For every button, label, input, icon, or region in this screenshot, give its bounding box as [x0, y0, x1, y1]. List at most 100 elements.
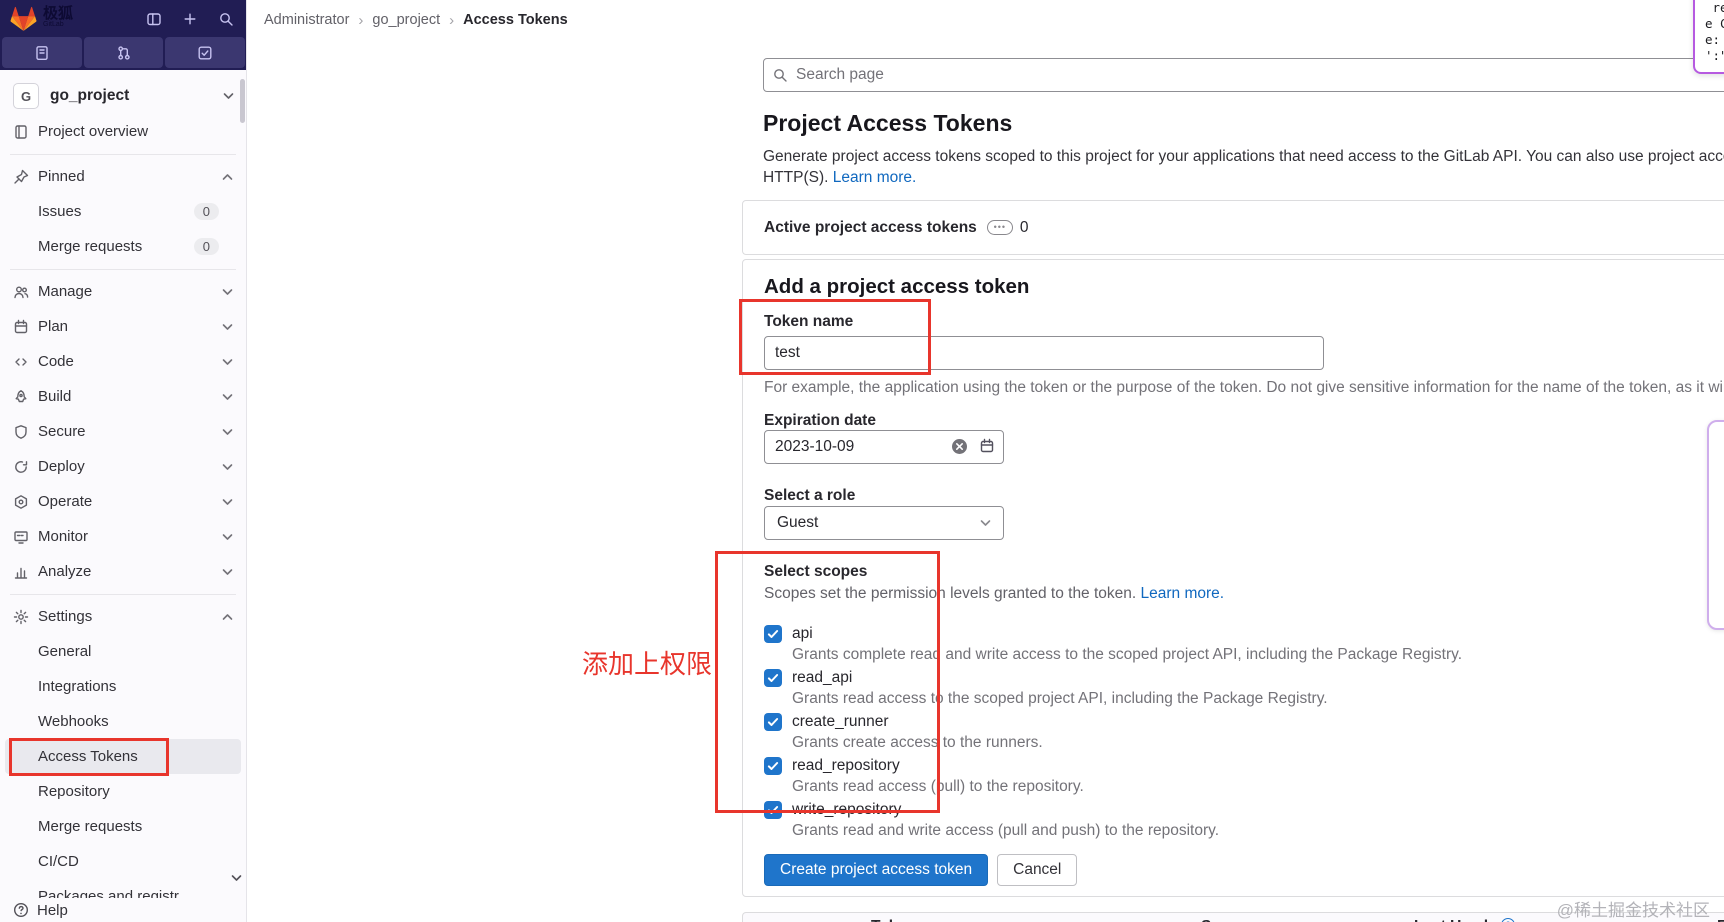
- table-header-token-name: Token name: [871, 918, 960, 922]
- scope-checkbox[interactable]: [764, 801, 782, 819]
- scope-option-api: api Grants complete read and write acces…: [764, 624, 1721, 665]
- sidebar-item-repository[interactable]: Repository: [5, 774, 241, 809]
- table-header-help-icon[interactable]: ?: [1501, 918, 1515, 922]
- cancel-button[interactable]: Cancel: [997, 854, 1078, 886]
- sidebar-item-plan[interactable]: Plan: [5, 309, 241, 344]
- active-tokens-header-card: Active project access tokens ••• 0: [742, 200, 1724, 255]
- sidebar-item-operate[interactable]: Operate: [5, 484, 241, 519]
- gear-icon: [13, 609, 29, 625]
- sidebar: 极狐 GitLab G go_project Project overview …: [0, 0, 247, 922]
- token-name-label: Token name: [764, 313, 854, 330]
- calendar-icon: [13, 319, 29, 335]
- search-input[interactable]: [763, 58, 1724, 92]
- workspace-switcher[interactable]: G go_project: [5, 80, 242, 112]
- create-token-button[interactable]: Create project access token: [764, 854, 989, 886]
- role-select[interactable]: Guest: [764, 506, 1004, 540]
- token-name-help: For example, the application using the t…: [764, 379, 1724, 396]
- workspace-label: go_project: [50, 87, 130, 104]
- help-icon: [13, 902, 29, 918]
- chevron-up-icon: [222, 173, 233, 181]
- expiration-date-field: [764, 430, 1004, 464]
- sidebar-item-deploy[interactable]: Deploy: [5, 449, 241, 484]
- sidebar-item-integrations[interactable]: Integrations: [5, 669, 241, 704]
- calendar-icon[interactable]: [979, 438, 995, 459]
- gitlab-logo-icon[interactable]: [10, 6, 37, 32]
- sidebar-item-settings[interactable]: Settings: [5, 599, 241, 634]
- code-line: e:: [1705, 32, 1721, 47]
- table-header-last-used: Last Used: [1414, 918, 1488, 922]
- shortcut-issues-button[interactable]: [2, 37, 82, 68]
- breadcrumb-separator: ›: [449, 11, 455, 29]
- sidebar-item-monitor[interactable]: Monitor: [5, 519, 241, 554]
- help-label: Help: [37, 901, 68, 919]
- sidebar-item-packages-and-registr[interactable]: Packages and registr: [5, 879, 241, 898]
- chevron-down-icon: [222, 428, 233, 436]
- scope-checkbox[interactable]: [764, 713, 782, 731]
- description-line2: HTTP(S).: [763, 169, 833, 186]
- sidebar-item-pinned[interactable]: Pinned: [5, 159, 241, 194]
- pinned-shortcuts: [2, 37, 246, 68]
- chevron-down-icon: [222, 358, 233, 366]
- shortcut-todos-button[interactable]: [165, 37, 246, 68]
- brand-text: 极狐 GitLab: [43, 6, 73, 30]
- sidebar-divider: [10, 268, 236, 270]
- page-description: Generate project access tokens scoped to…: [763, 146, 1724, 188]
- watermark: @稀土掘金技术社区: [1556, 901, 1710, 920]
- operate-icon: [13, 494, 29, 510]
- sidebar-item-general[interactable]: General: [5, 634, 241, 669]
- scopes-learn-more-link[interactable]: Learn more.: [1141, 585, 1225, 602]
- side-popover: [1707, 420, 1724, 630]
- scroll-down-chevron-icon[interactable]: [231, 869, 242, 887]
- select-scopes-label: Select scopes: [764, 563, 868, 580]
- deploy-icon: [13, 459, 29, 475]
- code-tooltip: reque Code:':"40: [1693, 0, 1724, 74]
- annotation-note: 添加上权限: [582, 649, 713, 679]
- breadcrumb-go-project[interactable]: go_project: [372, 12, 440, 28]
- count-pill-icon: •••: [986, 220, 1013, 235]
- sidebar-toggle-icon[interactable]: [144, 9, 164, 29]
- project-overview-icon: [13, 124, 29, 140]
- shield-icon: [13, 424, 29, 440]
- sidebar-item-merge-requests[interactable]: Merge requests 0: [5, 229, 241, 264]
- breadcrumb-separator: ›: [358, 11, 364, 29]
- chevron-down-icon: [222, 533, 233, 541]
- sidebar-item-analyze[interactable]: Analyze: [5, 554, 241, 589]
- sidebar-item-help[interactable]: Help: [0, 898, 245, 922]
- sidebar-item-access-tokens[interactable]: Access Tokens: [5, 739, 241, 774]
- pin-icon: [13, 169, 29, 185]
- scope-checkbox[interactable]: [764, 757, 782, 775]
- chevron-down-icon: [222, 498, 233, 506]
- chevron-down-icon: [223, 87, 234, 105]
- breadcrumb-administrator[interactable]: Administrator: [264, 12, 349, 28]
- sidebar-divider: [10, 593, 236, 595]
- sidebar-item-webhooks[interactable]: Webhooks: [5, 704, 241, 739]
- sidebar-dark-header: 极狐 GitLab: [0, 0, 246, 70]
- scope-checkbox[interactable]: [764, 625, 782, 643]
- scope-option-create-runner: create_runner Grants create access to th…: [764, 712, 1721, 753]
- clear-date-icon[interactable]: [951, 438, 968, 460]
- scopes-list: api Grants complete read and write acces…: [764, 624, 1721, 844]
- sidebar-item-merge-requests[interactable]: Merge requests: [5, 809, 241, 844]
- token-name-input[interactable]: [764, 336, 1324, 370]
- count-badge: 0: [193, 203, 219, 220]
- table-header-expires: Expires: [1717, 918, 1724, 922]
- add-token-form-card: Add a project access token Token name Fo…: [742, 259, 1724, 897]
- sidebar-item-build[interactable]: Build: [5, 379, 241, 414]
- search-icon[interactable]: [216, 9, 236, 29]
- sidebar-scrollbar-thumb[interactable]: [240, 79, 245, 123]
- expiration-date-input[interactable]: [764, 430, 1004, 464]
- sidebar-item-ci-cd[interactable]: CI/CD: [5, 844, 241, 879]
- sidebar-item-manage[interactable]: Manage: [5, 274, 241, 309]
- sidebar-item-code[interactable]: Code: [5, 344, 241, 379]
- sidebar-item-project-overview[interactable]: Project overview: [5, 114, 241, 149]
- create-new-icon[interactable]: [180, 9, 200, 29]
- scope-option-read-repository: read_repository Grants read access (pull…: [764, 756, 1721, 797]
- sidebar-item-issues[interactable]: Issues 0: [5, 194, 241, 229]
- chevron-down-icon: [222, 463, 233, 471]
- sidebar-divider: [10, 153, 236, 155]
- sidebar-item-secure[interactable]: Secure: [5, 414, 241, 449]
- shortcut-merge-requests-button[interactable]: [83, 37, 164, 68]
- learn-more-link[interactable]: Learn more.: [833, 169, 917, 186]
- scope-checkbox[interactable]: [764, 669, 782, 687]
- users-icon: [13, 284, 29, 300]
